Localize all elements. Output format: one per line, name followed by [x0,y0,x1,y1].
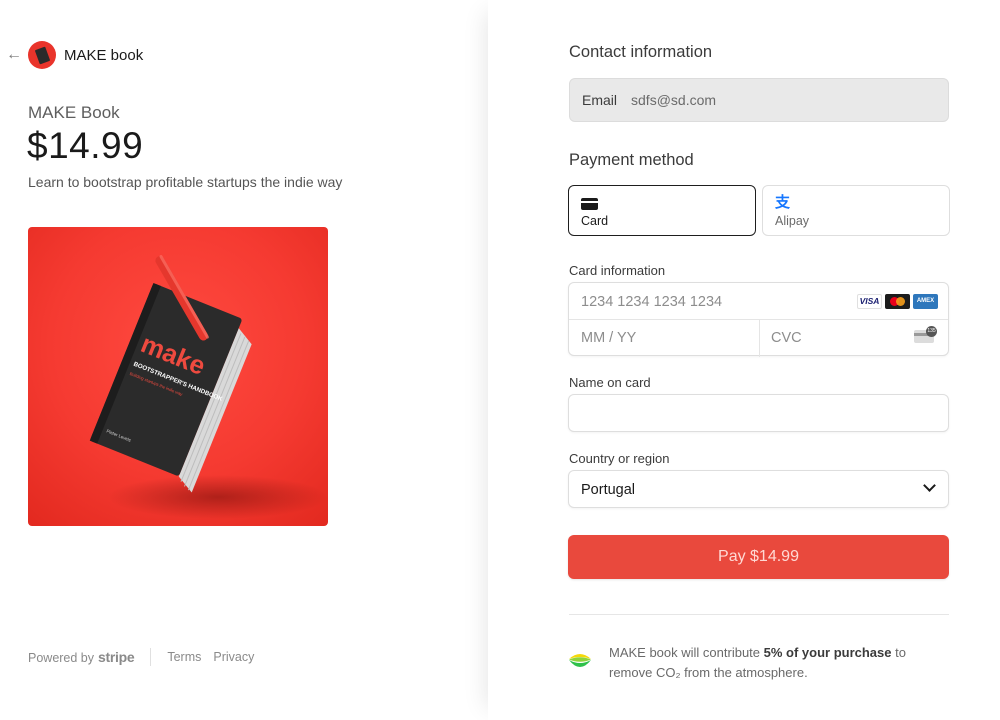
powered-by-stripe[interactable]: Powered by stripe [28,649,135,665]
cvc-badge: 135 [926,326,937,337]
amex-logo-icon: AMEX [913,294,938,309]
merchant-name: MAKE book [64,47,144,64]
name-on-card-label: Name on card [569,375,651,390]
powered-by-text: Powered by [28,651,95,665]
cvc-input[interactable] [771,328,901,348]
privacy-link[interactable]: Privacy [213,650,254,664]
credit-card-icon [581,198,598,210]
country-value: Portugal [581,482,636,498]
climate-text-bold: 5% of your purchase [763,645,892,660]
pay-button[interactable]: Pay $14.99 [568,535,949,579]
payment-method-alipay-label: Alipay [775,214,810,228]
visa-logo-icon: VISA [857,294,882,309]
email-value: sdfs@sd.com [631,92,717,108]
card-information-label: Card information [569,263,666,278]
mastercard-logo-icon [885,294,910,309]
name-on-card-input[interactable] [581,404,936,424]
climate-text-before: MAKE book will contribute [609,645,764,660]
product-description: Learn to bootstrap profitable startups t… [28,174,343,190]
climate-leaf-icon [569,654,591,667]
email-label: Email [582,92,618,108]
chevron-down-icon [923,479,936,492]
payment-method-card[interactable]: Card [568,185,756,236]
back-arrow-icon[interactable]: ← [6,46,22,64]
expiry-input[interactable] [581,328,751,348]
product-name: MAKE Book [28,103,120,122]
payment-method-card-label: Card [581,214,609,228]
payment-method-title: Payment method [569,151,694,169]
stripe-logo: stripe [98,649,135,665]
checkout-form-pane: Contact information Email sdfs@sd.com Pa… [488,0,1000,720]
product-image: make BOOTSTRAPPER'S HANDBOOK Building st… [28,227,328,526]
country-select[interactable]: Portugal [568,470,949,508]
cvc-hint-icon: 135 [914,326,937,343]
product-summary-pane: ← MAKE book MAKE Book $14.99 Learn to bo… [0,0,488,720]
divider [569,614,949,615]
product-price: $14.99 [27,125,144,166]
card-information-group: VISA AMEX 135 [568,282,949,357]
terms-link[interactable]: Terms [167,650,201,664]
card-number-input[interactable] [581,292,841,312]
book-logo-icon [28,41,56,69]
contact-information-title: Contact information [569,43,713,61]
alipay-icon: 支 [775,194,791,211]
footer: Powered by stripe Terms Privacy [28,648,266,666]
footer-divider [150,648,152,666]
climate-contribution-text: MAKE book will contribute 5% of your pur… [609,643,939,683]
card-field-divider [759,320,760,357]
name-on-card-field[interactable] [568,394,949,432]
payment-method-alipay[interactable]: 支 Alipay [762,185,950,236]
country-label: Country or region [569,451,670,466]
email-field[interactable]: Email sdfs@sd.com [569,78,949,122]
